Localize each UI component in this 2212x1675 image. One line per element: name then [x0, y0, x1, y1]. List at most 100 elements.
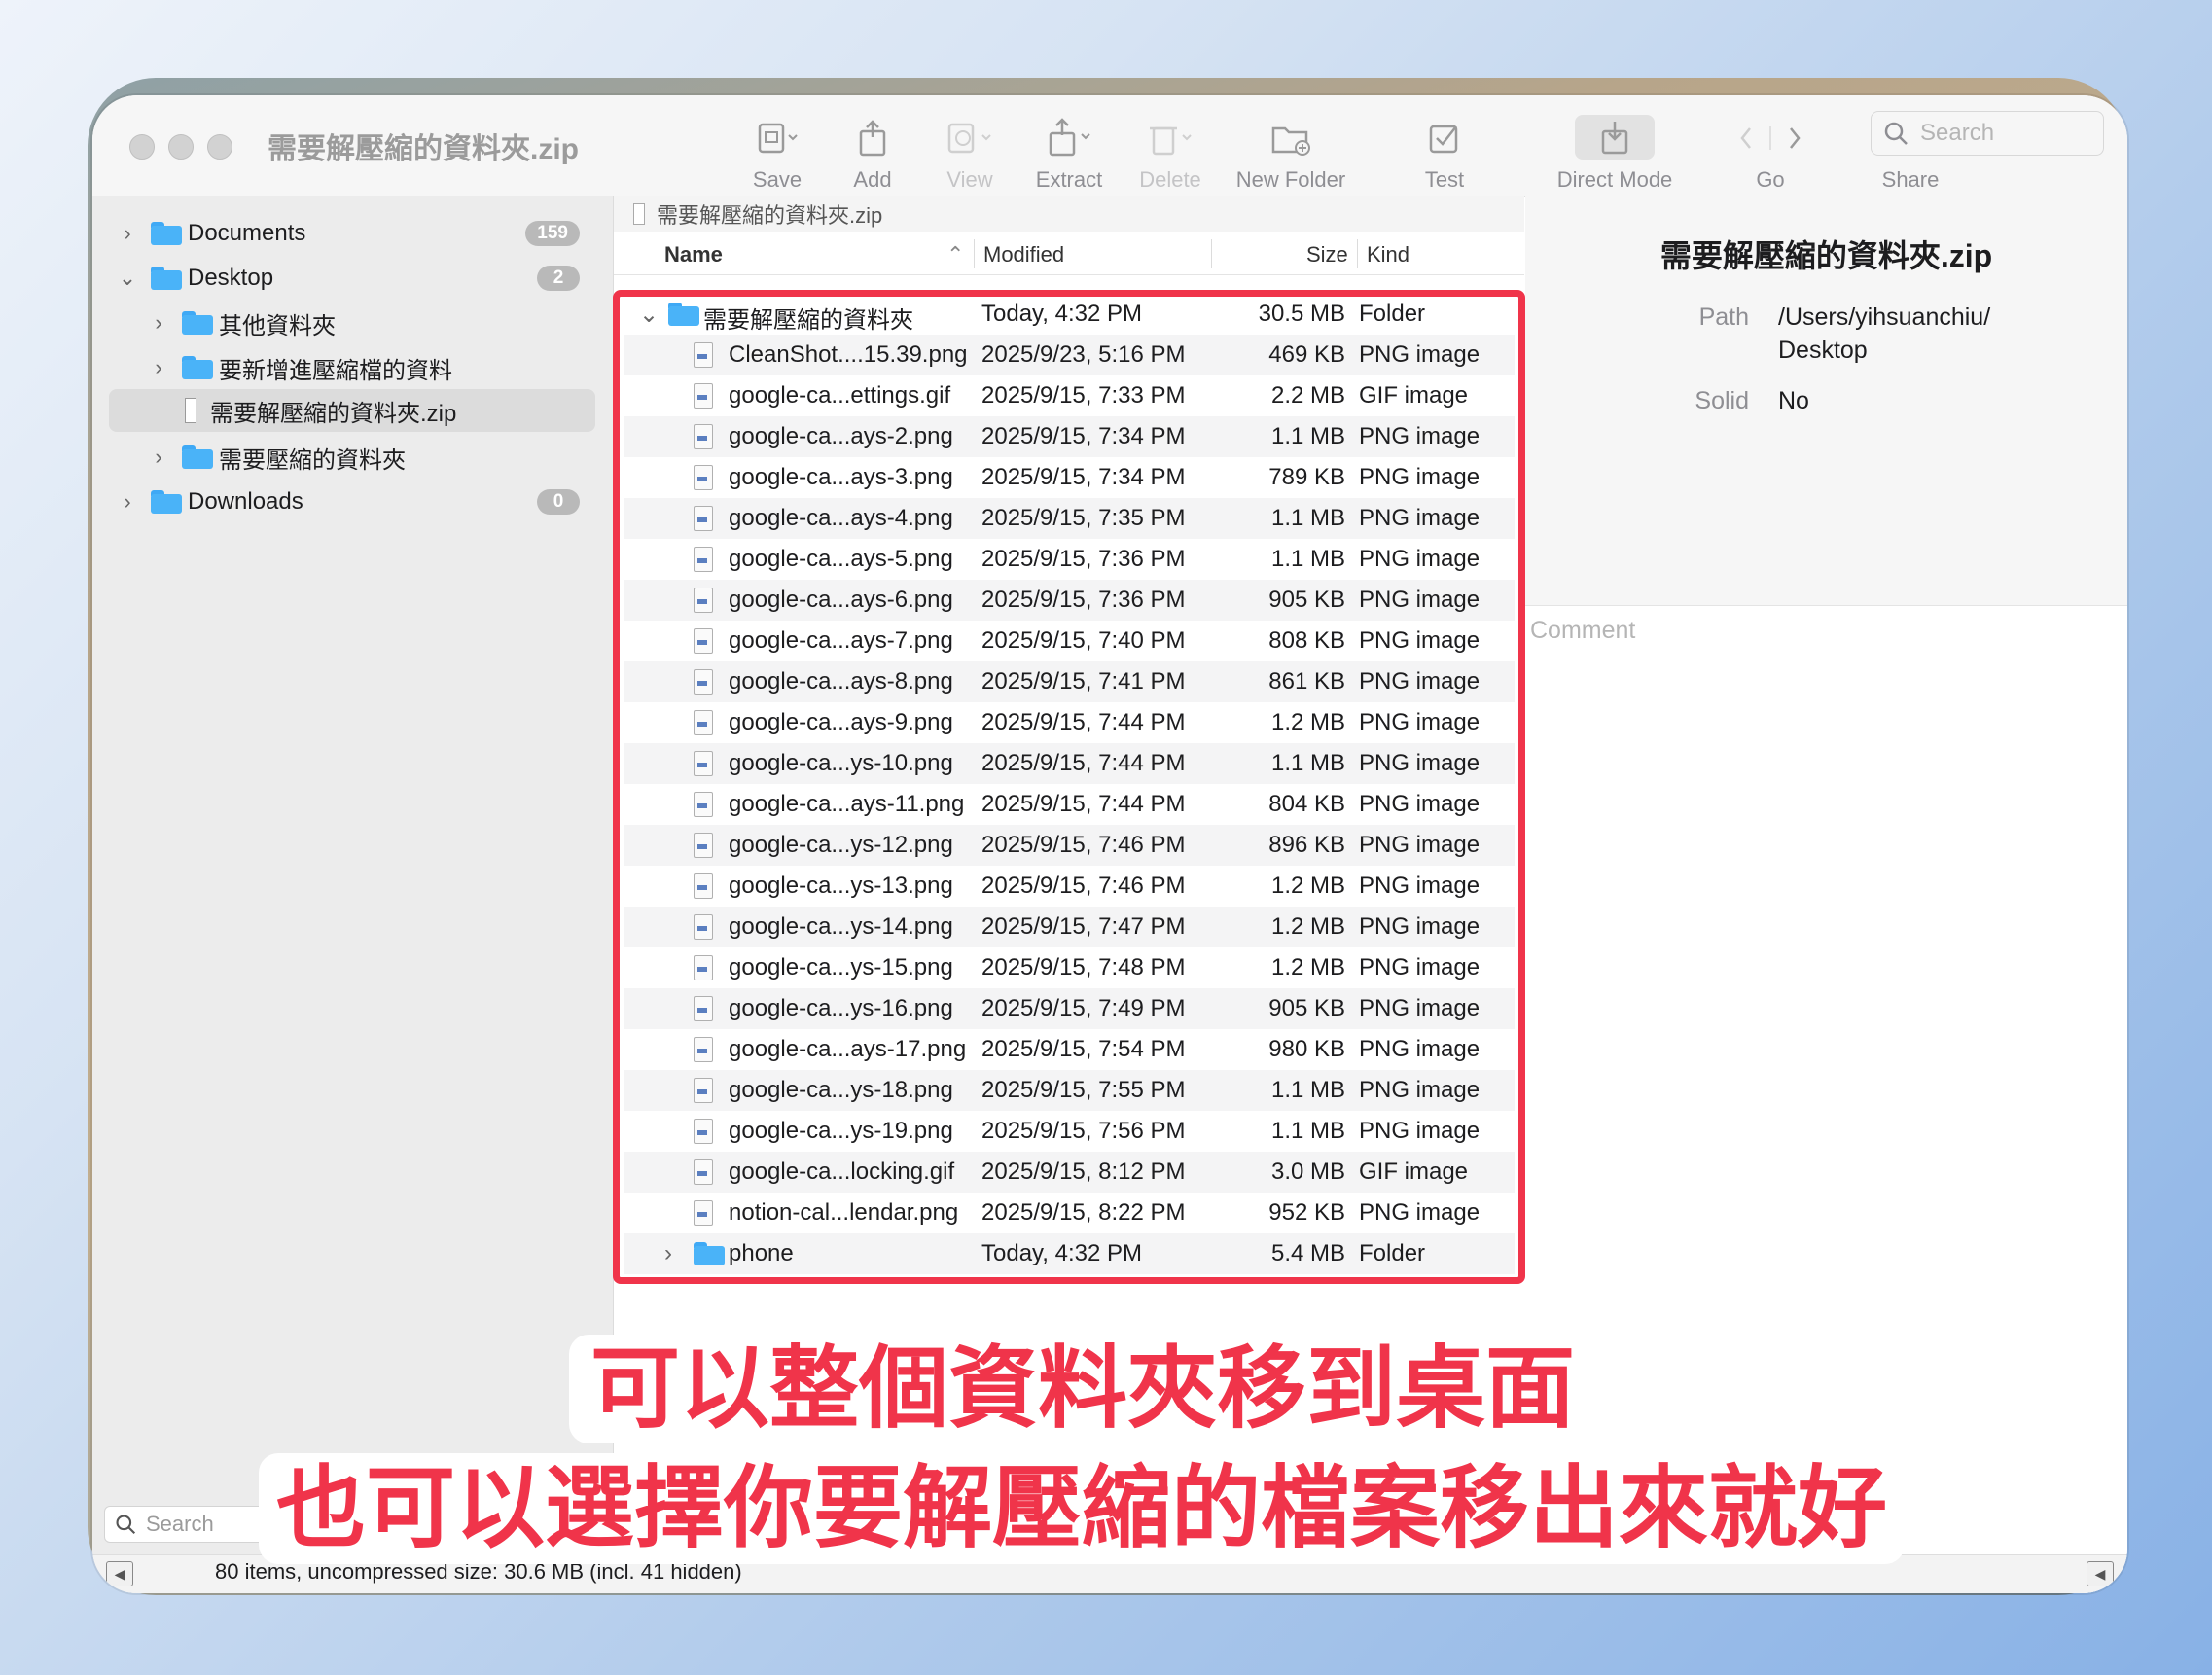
table-row[interactable]: google-ca...ays-4.png 2025/9/15, 7:35 PM… — [624, 498, 1515, 539]
sidebar-search-placeholder: Search — [146, 1512, 214, 1536]
new-folder-button[interactable]: New Folder — [1213, 109, 1369, 193]
info-panel-header: 需要解壓縮的資料夾.zip Path /Users/yihsuanchiu/ D… — [1525, 196, 2127, 606]
toggle-info-button[interactable]: ◀ — [2087, 1561, 2114, 1586]
sidebar-item-desktop[interactable]: ⌄ Desktop 2 — [92, 257, 613, 300]
file-kind: PNG image — [1359, 423, 1481, 449]
file-kind: Folder — [1359, 301, 1426, 327]
chevron-down-icon[interactable]: ⌄ — [116, 266, 139, 291]
file-kind: PNG image — [1359, 1199, 1481, 1226]
test-label: Test — [1424, 167, 1465, 192]
file-name: google-ca...ys-13.png — [729, 873, 953, 899]
sidebar-item-compress-folder[interactable]: › 需要壓縮的資料夾 — [92, 436, 613, 479]
table-row[interactable]: google-ca...ys-12.png 2025/9/15, 7:46 PM… — [624, 825, 1515, 866]
sidebar-item-label: 需要壓縮的資料夾 — [219, 446, 406, 474]
table-row[interactable]: google-ca...ays-8.png 2025/9/15, 7:41 PM… — [624, 661, 1515, 702]
table-row[interactable]: google-ca...ays-6.png 2025/9/15, 7:36 PM… — [624, 580, 1515, 621]
image-file-icon — [694, 914, 713, 940]
delete-button[interactable]: Delete — [1112, 109, 1229, 193]
table-row[interactable]: google-ca...ys-18.png 2025/9/15, 7:55 PM… — [624, 1070, 1515, 1111]
file-name: google-ca...ays-7.png — [729, 627, 953, 654]
table-row[interactable]: google-ca...ys-19.png 2025/9/15, 7:56 PM… — [624, 1111, 1515, 1152]
table-row[interactable]: google-ca...ays-17.png 2025/9/15, 7:54 P… — [624, 1029, 1515, 1070]
chevron-right-icon[interactable]: › — [116, 221, 139, 246]
sort-ascending-icon[interactable]: ⌃ — [946, 242, 964, 267]
file-size: 1.1 MB — [1270, 423, 1345, 449]
file-name: google-ca...ettings.gif — [729, 382, 951, 409]
item-count-badge: 2 — [537, 266, 580, 291]
toolbar-search-placeholder: Search — [1920, 120, 1995, 146]
file-size: 1.2 MB — [1270, 709, 1345, 735]
file-size: 789 KB — [1268, 464, 1345, 490]
image-file-icon — [694, 342, 713, 368]
file-size: 861 KB — [1268, 668, 1345, 695]
toggle-sidebar-button[interactable]: ◀ — [106, 1561, 133, 1586]
file-modified: 2025/9/15, 8:12 PM — [981, 1158, 1186, 1185]
table-row[interactable]: google-ca...locking.gif 2025/9/15, 8:12 … — [624, 1152, 1515, 1193]
table-row[interactable]: CleanShot....15.39.png 2025/9/23, 5:16 P… — [624, 335, 1515, 375]
sidebar-item-add-to-archive-folder[interactable]: › 要新增進壓縮檔的資料 — [92, 346, 613, 389]
test-button[interactable]: Test — [1386, 109, 1503, 193]
comment-field[interactable]: Comment — [1530, 617, 1635, 645]
file-modified: 2025/9/15, 7:33 PM — [981, 382, 1186, 409]
checkmark-icon — [1386, 109, 1503, 167]
table-row[interactable]: ⌄ 需要解壓縮的資料夾 Today, 4:32 PM 30.5 MB Folde… — [624, 294, 1515, 335]
file-modified: 2025/9/15, 7:46 PM — [981, 832, 1186, 858]
table-row[interactable]: google-ca...ys-10.png 2025/9/15, 7:44 PM… — [624, 743, 1515, 784]
table-row[interactable]: notion-cal...lendar.png 2025/9/15, 8:22 … — [624, 1193, 1515, 1233]
chevron-right-icon[interactable]: › — [147, 445, 170, 470]
chevron-right-icon[interactable]: › — [147, 310, 170, 336]
table-row[interactable]: google-ca...ays-9.png 2025/9/15, 7:44 PM… — [624, 702, 1515, 743]
chevron-right-icon[interactable]: › — [664, 1240, 672, 1267]
table-row[interactable]: google-ca...ys-13.png 2025/9/15, 7:46 PM… — [624, 866, 1515, 907]
back-forward-icon — [1712, 109, 1829, 167]
table-row[interactable]: › phone Today, 4:32 PM 5.4 MB Folder — [624, 1233, 1515, 1274]
downloads-folder-icon — [151, 490, 182, 514]
file-name: google-ca...ys-12.png — [729, 832, 953, 858]
zoom-button[interactable] — [207, 134, 232, 160]
table-row[interactable]: google-ca...ays-5.png 2025/9/15, 7:36 PM… — [624, 539, 1515, 580]
table-row[interactable]: google-ca...ays-3.png 2025/9/15, 7:34 PM… — [624, 457, 1515, 498]
chevron-down-icon[interactable]: ⌄ — [639, 301, 659, 329]
new-folder-label: New Folder — [1235, 167, 1346, 192]
column-name[interactable]: Name — [664, 242, 723, 267]
file-size: 905 KB — [1268, 995, 1345, 1021]
minimize-button[interactable] — [168, 134, 194, 160]
sidebar-item-documents[interactable]: › Documents 159 — [92, 212, 613, 255]
file-kind: Folder — [1359, 1240, 1426, 1266]
table-row[interactable]: google-ca...ays-7.png 2025/9/15, 7:40 PM… — [624, 621, 1515, 661]
chevron-right-icon[interactable]: › — [147, 355, 170, 380]
sidebar-search-field[interactable]: Search — [104, 1506, 271, 1543]
table-row[interactable]: google-ca...ys-16.png 2025/9/15, 7:49 PM… — [624, 988, 1515, 1029]
path-bar-label[interactable]: 需要解壓縮的資料夾.zip — [657, 198, 882, 230]
file-kind: GIF image — [1359, 1158, 1469, 1185]
toolbar-search-field[interactable]: Search — [1871, 111, 2104, 156]
sidebar-item-label: 需要解壓縮的資料夾.zip — [210, 400, 457, 427]
column-modified[interactable]: Modified — [983, 242, 1064, 267]
chevron-right-icon[interactable]: › — [116, 489, 139, 515]
table-row[interactable]: google-ca...ays-2.png 2025/9/15, 7:34 PM… — [624, 416, 1515, 457]
file-size: 469 KB — [1268, 341, 1345, 368]
direct-mode-button[interactable]: Direct Mode — [1542, 109, 1688, 193]
column-size[interactable]: Size — [1306, 242, 1348, 267]
table-row[interactable]: google-ca...ys-15.png 2025/9/15, 7:48 PM… — [624, 947, 1515, 988]
file-size: 952 KB — [1268, 1199, 1345, 1226]
table-row[interactable]: google-ca...ys-14.png 2025/9/15, 7:47 PM… — [624, 907, 1515, 947]
table-row[interactable]: google-ca...ays-11.png 2025/9/15, 7:44 P… — [624, 784, 1515, 825]
go-control[interactable]: Go — [1712, 109, 1829, 193]
file-modified: 2025/9/15, 7:46 PM — [981, 873, 1186, 899]
file-name: google-ca...ays-2.png — [729, 423, 953, 449]
column-kind[interactable]: Kind — [1367, 242, 1409, 267]
close-button[interactable] — [129, 134, 155, 160]
sidebar-item-other-folder[interactable]: › 其他資料夾 — [92, 302, 613, 344]
trash-icon — [1112, 109, 1229, 167]
sidebar-item-zip-archive[interactable]: 需要解壓縮的資料夾.zip — [109, 389, 595, 432]
file-modified: 2025/9/15, 7:40 PM — [981, 627, 1186, 654]
sidebar-item-label: Documents — [188, 220, 306, 246]
sidebar-item-label: Downloads — [188, 488, 303, 515]
folder-icon — [668, 303, 699, 326]
file-size: 808 KB — [1268, 627, 1345, 654]
file-size: 3.0 MB — [1270, 1158, 1345, 1185]
sidebar-item-downloads[interactable]: › Downloads 0 — [92, 481, 613, 523]
extract-button[interactable]: Extract — [1011, 109, 1127, 193]
table-row[interactable]: google-ca...ettings.gif 2025/9/15, 7:33 … — [624, 375, 1515, 416]
